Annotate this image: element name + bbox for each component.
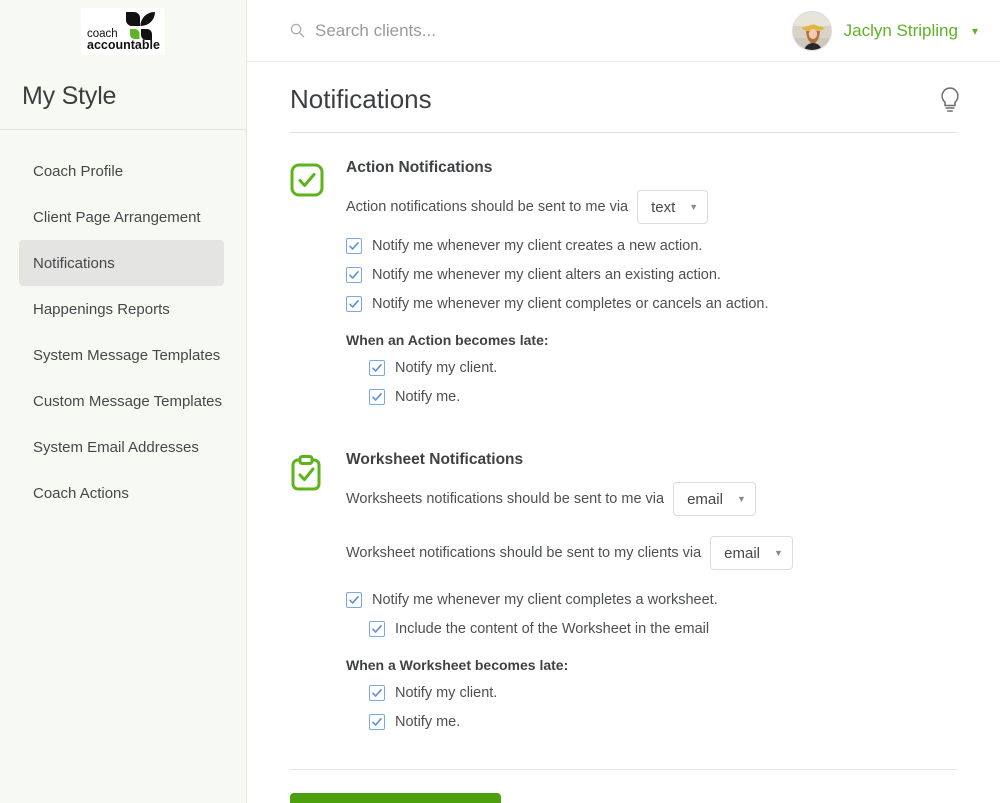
checkbox-label: Notify me. — [395, 714, 461, 730]
chevron-down-icon: ▼ — [689, 202, 699, 212]
checkbox-label: Include the content of the Worksheet in … — [395, 621, 710, 637]
sidebar-item-label: Notifications — [33, 254, 115, 272]
action-late-checkbox-me[interactable]: Notify me. — [369, 389, 957, 405]
checkbox-checked-icon[interactable] — [369, 621, 385, 637]
page-header: Notifications — [247, 62, 1000, 115]
action-section-body: Action Notifications Action notification… — [346, 159, 957, 418]
worksheet-delivery-clients-value: email — [724, 544, 761, 562]
avatar-image — [792, 11, 831, 50]
checkbox-checked-icon[interactable] — [369, 714, 385, 730]
logo-text-bottom: accountable — [87, 38, 160, 52]
checkbox-checked-icon[interactable] — [346, 238, 362, 254]
sidebar-item-label: Coach Actions — [33, 484, 129, 502]
checkbox-checked-icon[interactable] — [369, 389, 385, 405]
avatar — [791, 10, 832, 51]
action-icon-container — [290, 159, 346, 418]
action-delivery-value: text — [651, 198, 676, 216]
search-input[interactable] — [315, 20, 645, 41]
worksheet-delivery-me-row: Worksheets notifications should be sent … — [346, 482, 957, 516]
worksheet-checkbox-completes[interactable]: Notify me whenever my client completes a… — [346, 592, 957, 608]
worksheet-checkbox-include-content[interactable]: Include the content of the Worksheet in … — [346, 621, 957, 637]
worksheet-late-list: Notify my client. Notify me. — [346, 685, 957, 730]
worksheet-delivery-me-select[interactable]: email ▼ — [673, 482, 756, 516]
checkbox-label: Notify me whenever my client completes o… — [372, 296, 769, 312]
sidebar-item-label: Custom Message Templates — [33, 392, 222, 410]
page-title: Notifications — [290, 84, 432, 114]
logo-icon: coach accountable — [87, 12, 160, 52]
worksheet-delivery-me-value: email — [687, 490, 723, 508]
worksheet-delivery-me-label: Worksheets notifications should be sent … — [346, 491, 665, 507]
sidebar: coach accountable My Style Coach Profile… — [0, 0, 247, 803]
sidebar-item-label: Client Page Arrangement — [33, 208, 201, 226]
action-notifications-section: Action Notifications Action notification… — [290, 133, 957, 418]
search-container[interactable] — [290, 20, 792, 41]
worksheet-late-checkbox-client[interactable]: Notify my client. — [369, 685, 957, 701]
action-checkbox-alters[interactable]: Notify me whenever my client alters an e… — [346, 267, 957, 283]
checkbox-checked-icon[interactable] — [346, 592, 362, 608]
search-icon — [290, 23, 305, 38]
checkbox-label: Notify me whenever my client alters an e… — [372, 267, 721, 283]
chevron-down-icon: ▼ — [774, 548, 783, 558]
sidebar-item-label: Coach Profile — [33, 162, 124, 180]
worksheet-late-heading: When a Worksheet becomes late: — [346, 657, 569, 673]
sidebar-item-notifications[interactable]: Notifications — [19, 240, 224, 286]
checkbox-label: Notify my client. — [395, 360, 498, 376]
action-delivery-row: Action notifications should be sent to m… — [346, 190, 957, 224]
checkbox-checked-icon[interactable] — [369, 685, 385, 701]
action-late-checkbox-client[interactable]: Notify my client. — [369, 360, 957, 376]
worksheet-notifications-section: Worksheet Notifications Worksheets notif… — [290, 418, 957, 743]
sidebar-item-coach-profile[interactable]: Coach Profile — [0, 148, 224, 194]
lightbulb-icon[interactable] — [937, 85, 963, 115]
sidebar-item-client-page-arrangement[interactable]: Client Page Arrangement — [0, 194, 224, 240]
coach-accountable-logo: coach accountable — [81, 7, 165, 55]
check-square-icon — [290, 163, 324, 197]
worksheet-delivery-clients-row: Worksheet notifications should be sent t… — [346, 536, 957, 570]
checkbox-label: Notify me whenever my client completes a… — [372, 592, 718, 608]
worksheet-section-title: Worksheet Notifications — [346, 451, 524, 468]
chevron-down-icon[interactable]: ▾ — [972, 24, 978, 38]
sidebar-item-label: Happenings Reports — [33, 300, 170, 318]
action-section-title: Action Notifications — [346, 159, 493, 176]
sidebar-item-label: System Email Addresses — [33, 438, 199, 456]
logo-container[interactable]: coach accountable — [0, 0, 246, 62]
checkbox-label: Notify me. — [395, 389, 461, 405]
user-name: Jaclyn Stripling — [843, 20, 958, 40]
user-menu[interactable]: Jaclyn Stripling ▾ — [791, 10, 978, 51]
action-late-list: Notify my client. Notify me. — [346, 360, 957, 405]
sidebar-item-system-email-addresses[interactable]: System Email Addresses — [0, 424, 224, 470]
sidebar-item-system-message-templates[interactable]: System Message Templates — [0, 332, 224, 378]
action-delivery-label: Action notifications should be sent to m… — [346, 199, 629, 215]
content-area: Action Notifications Action notification… — [247, 132, 1000, 803]
worksheet-icon-container — [290, 451, 346, 743]
sidebar-item-coach-actions[interactable]: Coach Actions — [0, 470, 224, 516]
footer-divider — [290, 769, 957, 770]
checkbox-checked-icon[interactable] — [369, 360, 385, 376]
sidebar-item-custom-message-templates[interactable]: Custom Message Templates — [0, 378, 224, 424]
checkbox-checked-icon[interactable] — [346, 296, 362, 312]
sidebar-item-happenings-reports[interactable]: Happenings Reports — [0, 286, 224, 332]
action-checkbox-list: Notify me whenever my client creates a n… — [346, 238, 957, 312]
worksheet-delivery-clients-label: Worksheet notifications should be sent t… — [346, 545, 702, 561]
checkbox-checked-icon[interactable] — [346, 267, 362, 283]
worksheet-section-body: Worksheet Notifications Worksheets notif… — [346, 451, 957, 743]
clipboard-check-icon — [291, 455, 321, 491]
checkbox-label: Notify my client. — [395, 685, 498, 701]
app-root: coach accountable My Style Coach Profile… — [0, 0, 1000, 803]
action-late-heading: When an Action becomes late: — [346, 332, 549, 348]
action-checkbox-completes[interactable]: Notify me whenever my client completes o… — [346, 296, 957, 312]
sidebar-title: My Style — [22, 82, 117, 110]
main-panel: Jaclyn Stripling ▾ Notifications — [247, 0, 1000, 803]
sidebar-nav: Coach Profile Client Page Arrangement No… — [0, 130, 246, 516]
save-notification-settings-button[interactable]: Save Notification Settings — [290, 793, 501, 803]
worksheet-late-checkbox-me[interactable]: Notify me. — [369, 714, 957, 730]
action-delivery-select[interactable]: text ▼ — [637, 190, 709, 224]
action-checkbox-new[interactable]: Notify me whenever my client creates a n… — [346, 238, 957, 254]
worksheet-delivery-clients-select[interactable]: email ▼ — [710, 536, 793, 570]
worksheet-checkbox-list: Notify me whenever my client completes a… — [346, 592, 957, 637]
sidebar-item-label: System Message Templates — [33, 346, 221, 364]
top-bar: Jaclyn Stripling ▾ — [247, 0, 1000, 62]
chevron-down-icon: ▼ — [736, 494, 746, 504]
checkbox-label: Notify me whenever my client creates a n… — [372, 238, 703, 254]
